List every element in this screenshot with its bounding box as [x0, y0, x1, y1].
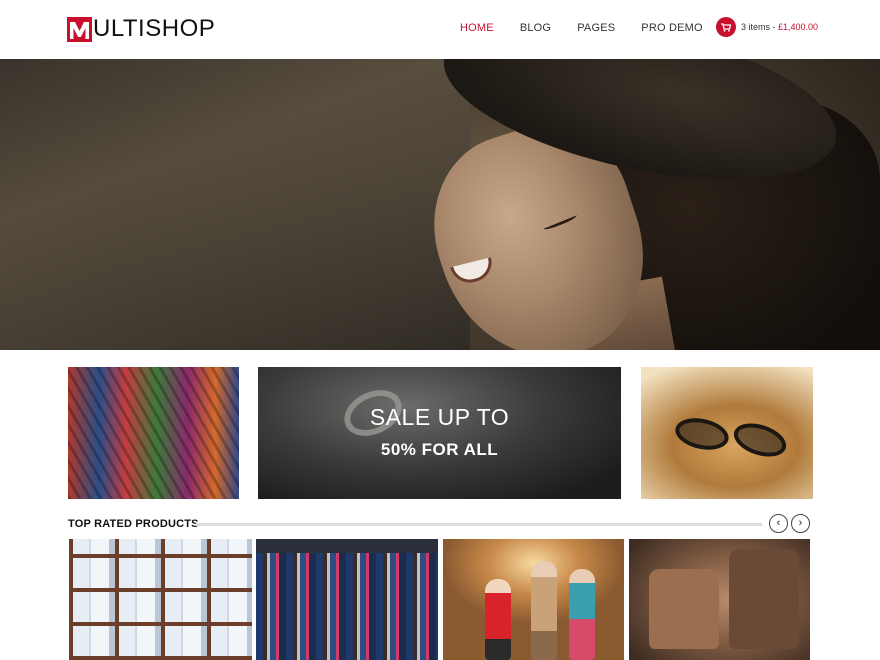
mannequin-red — [485, 579, 511, 660]
nav-item-home[interactable]: HOME — [460, 21, 494, 35]
mannequin-trench — [531, 561, 557, 660]
site-header: ULTISHOP HOME BLOG PAGES PRO DEMO 3 item… — [0, 0, 880, 59]
cart-summary[interactable]: 3 items - £1,400.00 — [716, 17, 818, 37]
hero-background — [0, 59, 470, 350]
chevron-right-icon: › — [798, 517, 803, 529]
main-nav: HOME BLOG PAGES PRO DEMO — [460, 21, 729, 35]
product-card-jeans[interactable] — [256, 539, 438, 660]
site-logo[interactable]: ULTISHOP — [67, 16, 215, 42]
bag-right — [729, 549, 799, 649]
product-card-mannequins[interactable] — [443, 539, 624, 660]
carousel-prev-button[interactable]: ‹ — [769, 514, 788, 533]
section-divider — [196, 523, 762, 526]
section-title: TOP RATED PRODUCTS — [68, 518, 199, 530]
sale-headline: SALE UP TO — [369, 404, 510, 430]
logo-text: ULTISHOP — [93, 15, 216, 42]
nav-item-pro-demo[interactable]: PRO DEMO — [641, 21, 703, 35]
promo-ties-image[interactable] — [68, 367, 239, 499]
sunglasses-lens-left — [672, 413, 732, 455]
cart-total: £1,400.00 — [778, 22, 819, 32]
cart-item-count: 3 items — [741, 22, 771, 32]
mannequin-teal — [569, 569, 595, 660]
promo-sale-banner[interactable]: SALE UP TO 50% FOR ALL — [258, 367, 621, 499]
chevron-left-icon: ‹ — [776, 517, 781, 529]
sunglasses-lens-right — [729, 417, 791, 463]
sale-subheadline: 50% FOR ALL — [380, 440, 499, 459]
promo-sunglasses-image[interactable] — [641, 367, 813, 499]
nav-item-pages[interactable]: PAGES — [577, 21, 615, 35]
logo-mark-icon — [67, 16, 92, 42]
bag-left — [649, 569, 719, 649]
cart-text[interactable]: 3 items - £1,400.00 — [741, 22, 818, 32]
product-card-bags[interactable] — [629, 539, 810, 660]
cart-icon[interactable] — [716, 17, 736, 37]
cart-separator: - — [770, 22, 779, 32]
hero-banner[interactable] — [0, 59, 880, 350]
nav-item-blog[interactable]: BLOG — [520, 21, 551, 35]
product-card-shirts[interactable] — [69, 539, 252, 660]
carousel-next-button[interactable]: › — [791, 514, 810, 533]
